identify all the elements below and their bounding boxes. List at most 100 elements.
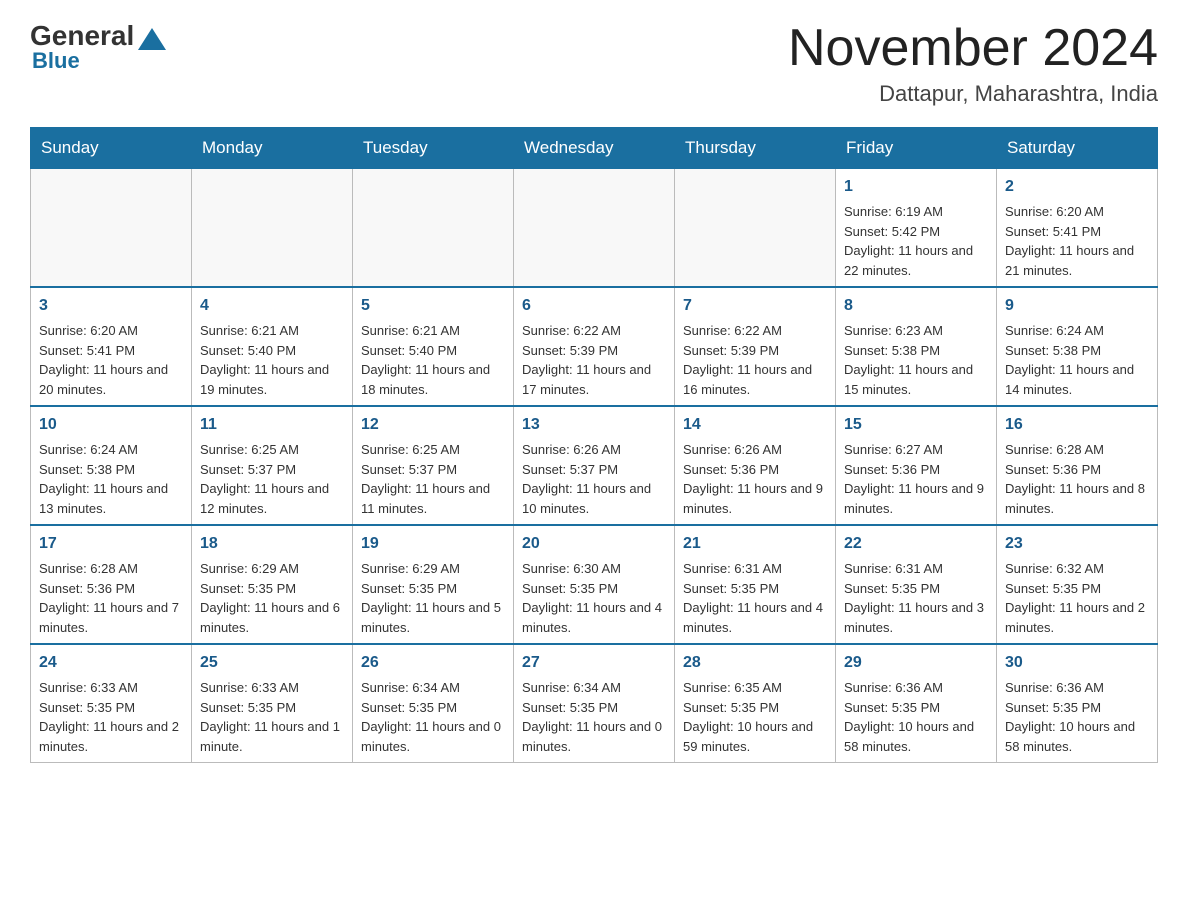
day-number: 20 [522,532,666,556]
calendar-week-row: 3 Sunrise: 6:20 AM Sunset: 5:41 PM Daylig… [31,287,1158,406]
day-info: Sunrise: 6:27 AM Sunset: 5:36 PM Dayligh… [844,440,988,518]
calendar-cell [514,169,675,288]
day-info: Sunrise: 6:31 AM Sunset: 5:35 PM Dayligh… [683,559,827,637]
day-info: Sunrise: 6:36 AM Sunset: 5:35 PM Dayligh… [1005,678,1149,756]
day-number: 2 [1005,175,1149,199]
logo-blue-text: Blue [32,48,80,74]
day-info: Sunrise: 6:34 AM Sunset: 5:35 PM Dayligh… [361,678,505,756]
month-title: November 2024 [788,20,1158,77]
calendar-cell: 27 Sunrise: 6:34 AM Sunset: 5:35 PM Dayli… [514,644,675,763]
day-info: Sunrise: 6:21 AM Sunset: 5:40 PM Dayligh… [361,321,505,399]
day-number: 25 [200,651,344,675]
calendar-cell [675,169,836,288]
day-number: 9 [1005,294,1149,318]
calendar-cell: 1Sunrise: 6:19 AM Sunset: 5:42 PM Daylig… [836,169,997,288]
calendar-cell: 16 Sunrise: 6:28 AM Sunset: 5:36 PM Dayli… [997,406,1158,525]
day-number: 28 [683,651,827,675]
day-info: Sunrise: 6:25 AM Sunset: 5:37 PM Dayligh… [361,440,505,518]
calendar-cell: 5 Sunrise: 6:21 AM Sunset: 5:40 PM Daylig… [353,287,514,406]
day-info: Sunrise: 6:33 AM Sunset: 5:35 PM Dayligh… [200,678,344,756]
day-number: 10 [39,413,183,437]
calendar-cell: 8 Sunrise: 6:23 AM Sunset: 5:38 PM Daylig… [836,287,997,406]
day-info: Sunrise: 6:32 AM Sunset: 5:35 PM Dayligh… [1005,559,1149,637]
day-info: Sunrise: 6:20 AM Sunset: 5:41 PM Dayligh… [39,321,183,399]
day-header-sunday: Sunday [31,128,192,169]
day-number: 13 [522,413,666,437]
day-number: 15 [844,413,988,437]
day-info: Sunrise: 6:23 AM Sunset: 5:38 PM Dayligh… [844,321,988,399]
calendar-cell: 6 Sunrise: 6:22 AM Sunset: 5:39 PM Daylig… [514,287,675,406]
day-info: Sunrise: 6:22 AM Sunset: 5:39 PM Dayligh… [522,321,666,399]
day-number: 16 [1005,413,1149,437]
page-header: General Blue November 2024 Dattapur, Mah… [30,20,1158,107]
calendar-cell: 22Sunrise: 6:31 AM Sunset: 5:35 PM Dayli… [836,525,997,644]
calendar-table: SundayMondayTuesdayWednesdayThursdayFrid… [30,127,1158,763]
day-info: Sunrise: 6:30 AM Sunset: 5:35 PM Dayligh… [522,559,666,637]
day-number: 30 [1005,651,1149,675]
day-info: Sunrise: 6:24 AM Sunset: 5:38 PM Dayligh… [1005,321,1149,399]
calendar-cell: 9 Sunrise: 6:24 AM Sunset: 5:38 PM Daylig… [997,287,1158,406]
day-number: 3 [39,294,183,318]
logo: General Blue [30,20,166,74]
calendar-week-row: 10 Sunrise: 6:24 AM Sunset: 5:38 PM Dayli… [31,406,1158,525]
day-number: 12 [361,413,505,437]
calendar-header-row: SundayMondayTuesdayWednesdayThursdayFrid… [31,128,1158,169]
day-info: Sunrise: 6:20 AM Sunset: 5:41 PM Dayligh… [1005,202,1149,280]
day-info: Sunrise: 6:29 AM Sunset: 5:35 PM Dayligh… [200,559,344,637]
calendar-cell: 23 Sunrise: 6:32 AM Sunset: 5:35 PM Dayli… [997,525,1158,644]
calendar-cell: 18 Sunrise: 6:29 AM Sunset: 5:35 PM Dayli… [192,525,353,644]
title-section: November 2024 Dattapur, Maharashtra, Ind… [788,20,1158,107]
day-header-monday: Monday [192,128,353,169]
day-info: Sunrise: 6:25 AM Sunset: 5:37 PM Dayligh… [200,440,344,518]
day-info: Sunrise: 6:36 AM Sunset: 5:35 PM Dayligh… [844,678,988,756]
calendar-cell: 15 Sunrise: 6:27 AM Sunset: 5:36 PM Dayli… [836,406,997,525]
calendar-cell: 17 Sunrise: 6:28 AM Sunset: 5:36 PM Dayli… [31,525,192,644]
day-number: 14 [683,413,827,437]
day-number: 6 [522,294,666,318]
day-number: 8 [844,294,988,318]
day-info: Sunrise: 6:33 AM Sunset: 5:35 PM Dayligh… [39,678,183,756]
day-number: 18 [200,532,344,556]
calendar-week-row: 1Sunrise: 6:19 AM Sunset: 5:42 PM Daylig… [31,169,1158,288]
calendar-cell: 20 Sunrise: 6:30 AM Sunset: 5:35 PM Dayli… [514,525,675,644]
day-number: 26 [361,651,505,675]
day-header-wednesday: Wednesday [514,128,675,169]
day-number: 11 [200,413,344,437]
day-number: 27 [522,651,666,675]
day-info: Sunrise: 6:34 AM Sunset: 5:35 PM Dayligh… [522,678,666,756]
calendar-cell: 19 Sunrise: 6:29 AM Sunset: 5:35 PM Dayli… [353,525,514,644]
day-info: Sunrise: 6:24 AM Sunset: 5:38 PM Dayligh… [39,440,183,518]
day-number: 17 [39,532,183,556]
logo-triangle-icon [138,28,166,50]
calendar-cell: 21Sunrise: 6:31 AM Sunset: 5:35 PM Dayli… [675,525,836,644]
day-number: 7 [683,294,827,318]
day-header-thursday: Thursday [675,128,836,169]
day-number: 19 [361,532,505,556]
day-number: 5 [361,294,505,318]
day-info: Sunrise: 6:29 AM Sunset: 5:35 PM Dayligh… [361,559,505,637]
day-number: 4 [200,294,344,318]
location-text: Dattapur, Maharashtra, India [788,81,1158,107]
day-info: Sunrise: 6:28 AM Sunset: 5:36 PM Dayligh… [1005,440,1149,518]
day-number: 23 [1005,532,1149,556]
calendar-cell [31,169,192,288]
calendar-cell: 25 Sunrise: 6:33 AM Sunset: 5:35 PM Dayli… [192,644,353,763]
day-info: Sunrise: 6:19 AM Sunset: 5:42 PM Dayligh… [844,202,988,280]
calendar-cell: 14 Sunrise: 6:26 AM Sunset: 5:36 PM Dayli… [675,406,836,525]
calendar-cell: 11 Sunrise: 6:25 AM Sunset: 5:37 PM Dayli… [192,406,353,525]
calendar-cell: 13Sunrise: 6:26 AM Sunset: 5:37 PM Dayli… [514,406,675,525]
day-number: 29 [844,651,988,675]
day-info: Sunrise: 6:21 AM Sunset: 5:40 PM Dayligh… [200,321,344,399]
calendar-cell: 28 Sunrise: 6:35 AM Sunset: 5:35 PM Dayli… [675,644,836,763]
calendar-cell: 30 Sunrise: 6:36 AM Sunset: 5:35 PM Dayli… [997,644,1158,763]
calendar-week-row: 24 Sunrise: 6:33 AM Sunset: 5:35 PM Dayli… [31,644,1158,763]
calendar-cell: 12 Sunrise: 6:25 AM Sunset: 5:37 PM Dayli… [353,406,514,525]
day-info: Sunrise: 6:26 AM Sunset: 5:36 PM Dayligh… [683,440,827,518]
day-number: 24 [39,651,183,675]
day-info: Sunrise: 6:35 AM Sunset: 5:35 PM Dayligh… [683,678,827,756]
calendar-cell: 29 Sunrise: 6:36 AM Sunset: 5:35 PM Dayli… [836,644,997,763]
day-header-friday: Friday [836,128,997,169]
day-number: 22 [844,532,988,556]
day-info: Sunrise: 6:28 AM Sunset: 5:36 PM Dayligh… [39,559,183,637]
calendar-cell: 24 Sunrise: 6:33 AM Sunset: 5:35 PM Dayli… [31,644,192,763]
